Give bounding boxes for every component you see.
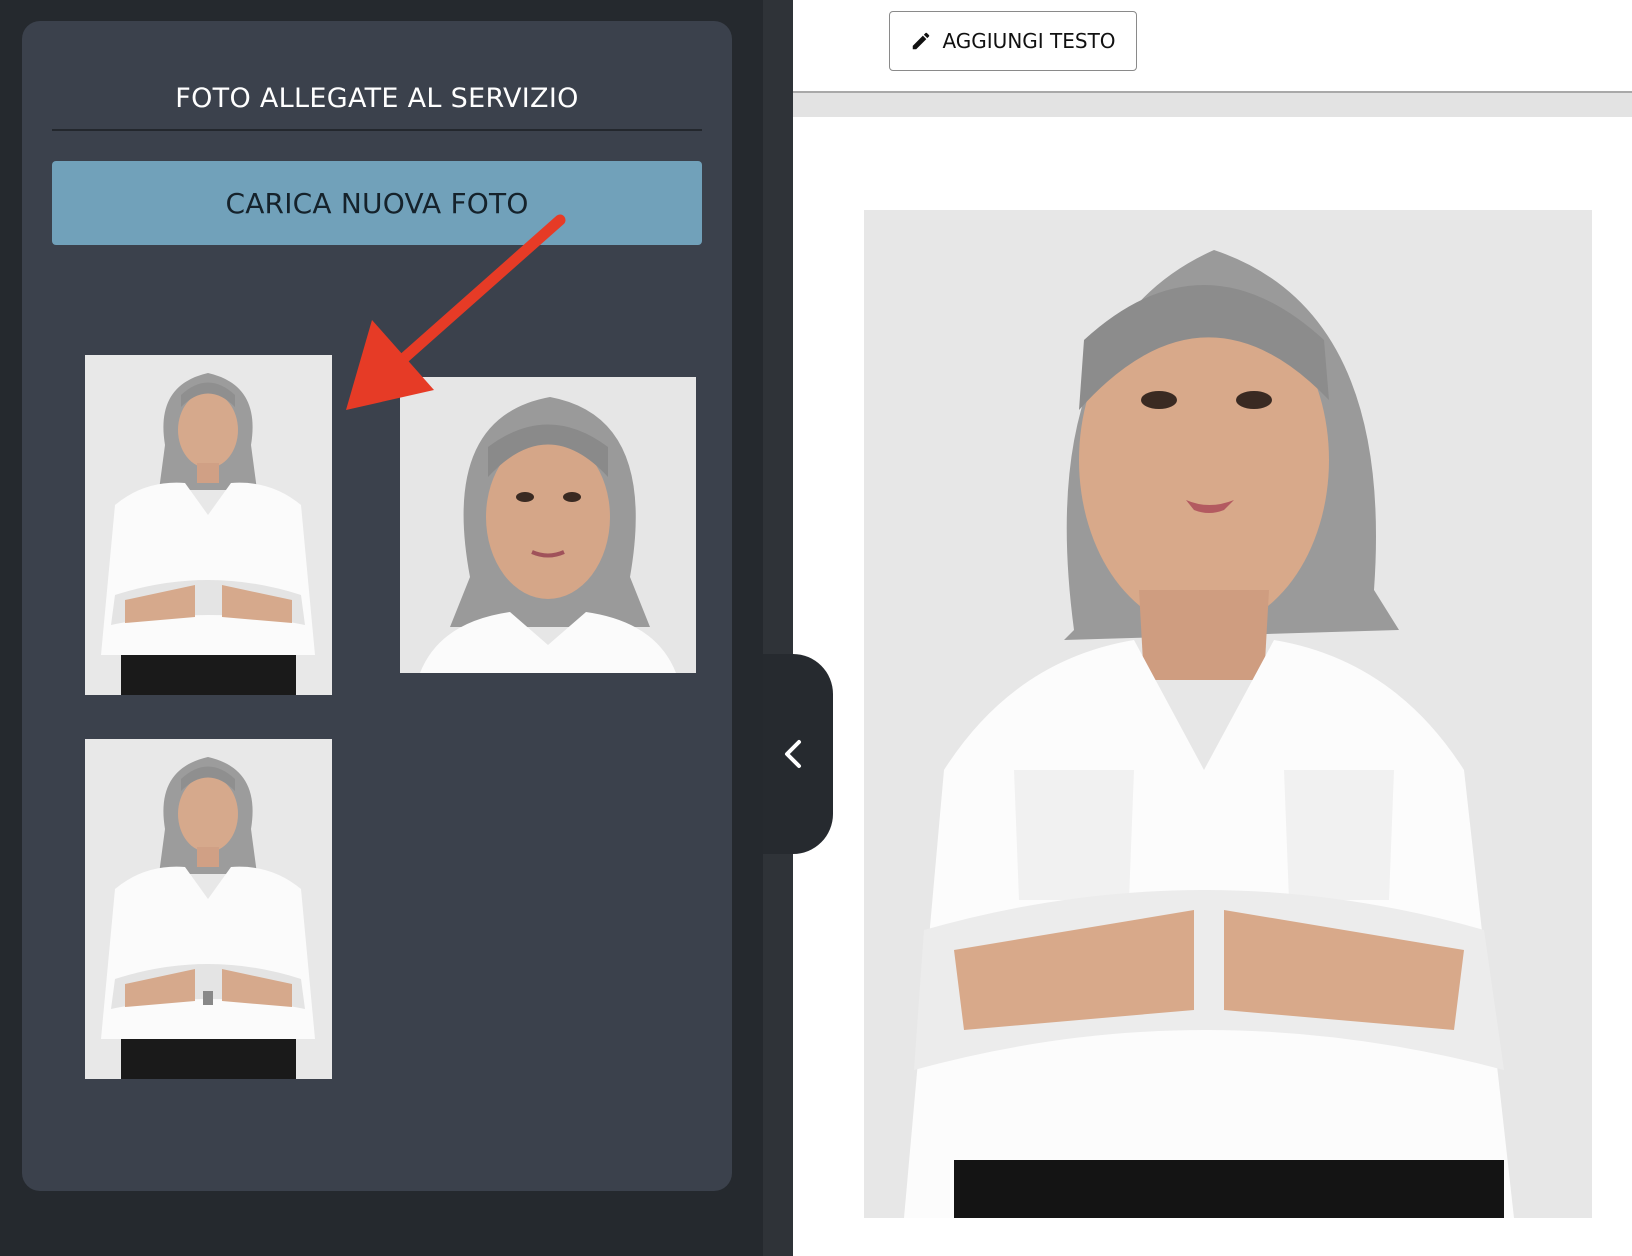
portrait-photo-icon: [85, 355, 332, 695]
chevron-left-icon: [785, 740, 801, 768]
add-text-button[interactable]: AGGIUNGI TESTO: [889, 11, 1137, 71]
add-text-label: AGGIUNGI TESTO: [942, 29, 1116, 53]
panel-title: FOTO ALLEGATE AL SERVIZIO: [175, 83, 579, 114]
sidebar-edge-strip: [763, 0, 793, 1256]
editor-area: AGGIUNGI TESTO: [793, 0, 1632, 1256]
editor-toolbar: AGGIUNGI TESTO: [793, 0, 1632, 93]
pencil-icon: [913, 32, 930, 50]
photo-thumbnail-3[interactable]: [85, 739, 332, 1079]
divider: [52, 129, 702, 131]
collapse-panel-tab[interactable]: [763, 654, 833, 854]
toolbar-separator: [793, 93, 1632, 117]
annotation-arrow-icon: [346, 214, 566, 410]
photos-panel: FOTO ALLEGATE AL SERVIZIO CARICA NUOVA F…: [22, 21, 732, 1191]
portrait-photo-icon: [864, 210, 1592, 1218]
portrait-photo-icon: [85, 739, 332, 1079]
selected-photo-preview[interactable]: [864, 210, 1592, 1218]
photo-thumbnail-1[interactable]: [85, 355, 332, 695]
